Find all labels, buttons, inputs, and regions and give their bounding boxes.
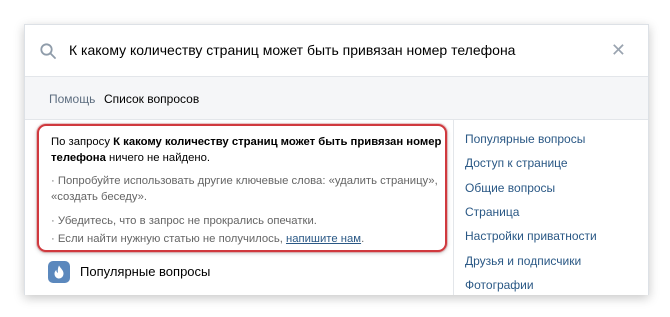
sidebar-item-popular[interactable]: Популярные вопросы (465, 132, 585, 146)
sidebar-item-page-access[interactable]: Доступ к странице (465, 156, 568, 170)
help-card: К какому количеству страниц может быть п… (24, 24, 649, 295)
popular-questions-title: Популярные вопросы (80, 264, 211, 279)
close-icon[interactable]: ✕ (611, 40, 626, 60)
no-results-suffix: ничего не найдено. (109, 152, 211, 164)
tip-text-end: . (361, 233, 365, 245)
no-results-text: По запросу К какому количеству страниц м… (51, 134, 446, 166)
sidebar-item-general[interactable]: Общие вопросы (465, 181, 555, 195)
popular-icon-badge (48, 261, 70, 283)
search-result-message: По запросу К какому количеству страниц м… (37, 124, 447, 252)
no-results-prefix: По запросу (51, 136, 114, 148)
sidebar-item-photos[interactable]: Фотографии (465, 278, 534, 292)
sidebar-item-page[interactable]: Страница (465, 205, 519, 219)
sidebar-item-friends[interactable]: Друзья и подписчики (465, 254, 581, 268)
breadcrumb: Помощь Список вопросов (25, 77, 648, 120)
sidebar: Популярные вопросы Доступ к странице Общ… (453, 120, 648, 295)
tip-text: · Если найти нужную статью не получилось… (51, 233, 286, 245)
write-us-link[interactable]: напишите нам (286, 233, 361, 245)
tip-item: · Если найти нужную статью не получилось… (51, 231, 446, 247)
breadcrumb-help-link[interactable]: Помощь (49, 92, 95, 106)
breadcrumb-current: Список вопросов (104, 92, 200, 106)
search-icon (40, 43, 56, 59)
tip-item: · Убедитесь, что в запрос не прокрались … (51, 215, 317, 227)
flame-icon (54, 265, 64, 279)
sidebar-item-privacy[interactable]: Настройки приватности (465, 229, 597, 243)
tip-item: · Попробуйте использовать другие ключевы… (51, 175, 438, 203)
search-input[interactable]: К какому количеству страниц может быть п… (69, 42, 515, 58)
search-bar[interactable]: К какому количеству страниц может быть п… (25, 25, 648, 77)
